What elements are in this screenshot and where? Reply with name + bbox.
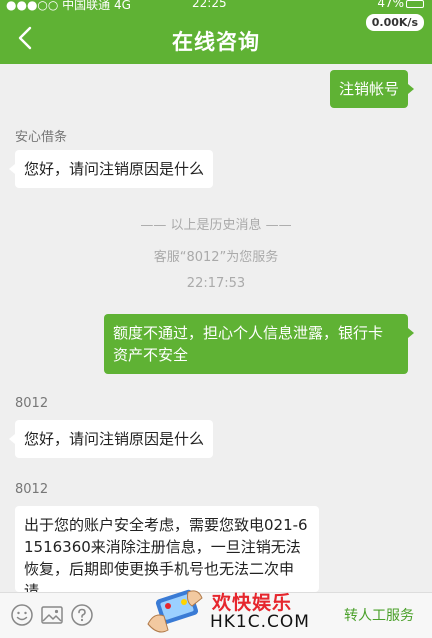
watermark-url: HK1C.COM [210,612,310,632]
help-button[interactable] [70,603,94,627]
nav-bar: 在线咨询 0.00K/s [0,12,432,64]
message-bubble-outgoing[interactable]: 注销帐号 [329,70,415,108]
human-service-button[interactable]: 转人工服务 [344,605,414,625]
battery-icon [406,0,424,8]
sender-name: 8012 [15,396,49,411]
message-bubble-incoming[interactable]: 您好，请问注销原因是什么 [8,420,214,458]
watermark: 欢快娱乐 HK1C.COM [140,580,340,638]
battery-percent: 47% [377,0,404,10]
smiley-icon [11,604,33,626]
history-divider: —— 以上是历史消息 —— [140,218,292,233]
page-title: 在线咨询 [172,30,260,54]
emoji-button[interactable] [10,603,34,627]
image-button[interactable] [40,603,64,627]
sender-name: 8012 [15,482,49,497]
status-bar: ●●●○○ 中国联通 4G 22:25 47% [0,0,432,12]
question-icon [71,604,93,626]
watermark-logo-icon [147,589,203,633]
agent-service-notice: 客服“8012”为您服务 [153,250,279,265]
message-bubble-incoming[interactable]: 您好，请问注销原因是什么 [8,150,214,188]
chat-area[interactable]: 注销帐号 安心借条 您好，请问注销原因是什么 —— 以上是历史消息 —— 客服“… [0,64,432,592]
network-speed-badge: 0.00K/s [365,14,424,31]
sender-name: 安心借条 [15,130,68,145]
message-bubble-outgoing[interactable]: 额度不通过，担心个人信息泄露，银行卡 资产不安全 [104,314,414,374]
watermark-brand: 欢快娱乐 [212,592,293,614]
message-timestamp: 22:17:53 [186,276,246,291]
status-time: 22:25 [192,0,227,10]
image-icon [41,606,63,624]
